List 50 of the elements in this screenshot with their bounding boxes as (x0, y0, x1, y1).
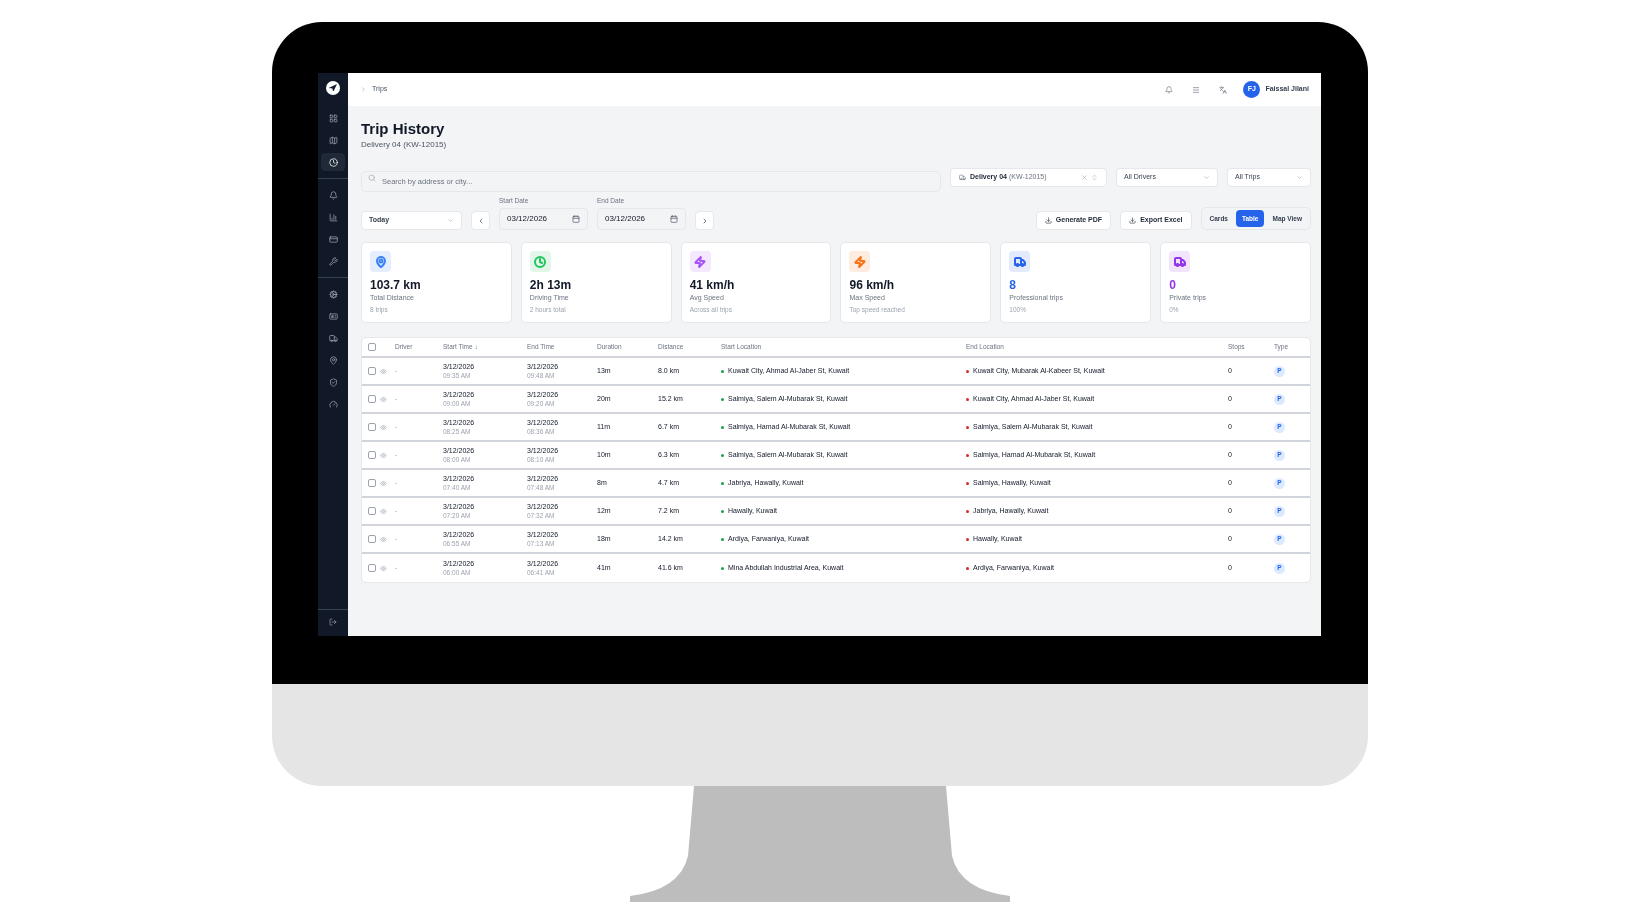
checkbox[interactable] (368, 423, 376, 431)
map-pin-icon (328, 355, 338, 365)
truck-icon (959, 174, 966, 181)
menu-icon[interactable] (1192, 85, 1201, 94)
gauge-icon (328, 399, 338, 409)
chevron-down-icon (1296, 174, 1303, 181)
download-icon (1044, 217, 1052, 224)
chevron-down-icon (447, 217, 454, 224)
bar-chart-icon (328, 212, 338, 222)
id-card-icon (328, 311, 338, 321)
grid-icon (328, 113, 338, 123)
wrench-icon (328, 256, 338, 266)
stat-value: 41 km/h (689, 278, 736, 292)
card-icon (328, 234, 338, 244)
cog-icon (328, 289, 338, 299)
notification-icon[interactable] (1165, 85, 1174, 94)
checkbox[interactable] (368, 395, 376, 403)
checkbox[interactable] (368, 507, 376, 515)
chevrons-icon (1091, 174, 1098, 181)
chevron-right-icon (360, 86, 367, 93)
checkbox[interactable] (368, 451, 376, 459)
stat-value: 8 (1009, 278, 1017, 292)
checkbox[interactable] (368, 479, 376, 487)
stat-value: 0 (1169, 278, 1177, 292)
stat-value: 103.7 km (370, 278, 422, 292)
map-icon (328, 135, 338, 145)
checkbox[interactable] (368, 535, 376, 543)
search-icon (368, 173, 376, 182)
checkbox[interactable] (368, 367, 376, 375)
sidebar-item[interactable] (321, 153, 345, 171)
download-icon (1129, 217, 1137, 224)
date-field[interactable]: 03/12/2026 (499, 208, 588, 230)
clock-icon (328, 157, 338, 167)
chevron-down-icon (1203, 174, 1210, 181)
translate-icon[interactable] (1219, 85, 1228, 94)
logout-icon[interactable] (329, 618, 337, 626)
checkbox[interactable] (368, 564, 376, 572)
page-subtitle: Delivery 04 (KW-12015) (361, 139, 448, 151)
date-field[interactable]: 03/12/2026 (597, 208, 686, 230)
truck-icon (328, 333, 338, 343)
logo-icon[interactable] (326, 81, 340, 95)
stat-value: 96 km/h (849, 278, 896, 292)
calendar-icon[interactable] (670, 215, 678, 223)
page-title: Trip History (361, 120, 446, 138)
shield-icon (328, 377, 338, 387)
stat-value: 2h 13m (529, 278, 573, 292)
bell-icon (328, 190, 338, 200)
calendar-icon[interactable] (572, 215, 580, 223)
checkbox[interactable] (368, 343, 376, 351)
clear-icon[interactable] (1081, 174, 1088, 181)
